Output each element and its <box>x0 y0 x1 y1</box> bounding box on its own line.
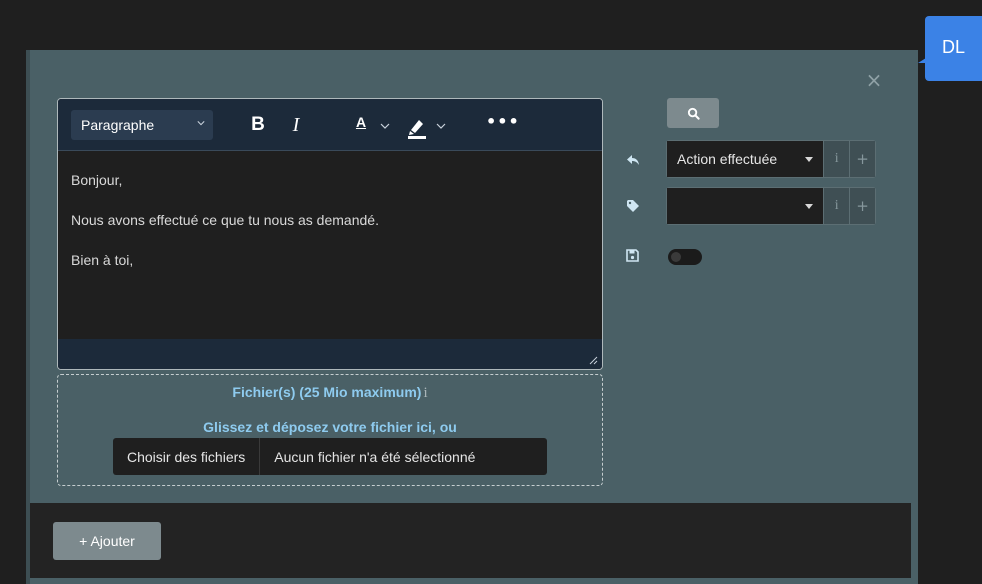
user-avatar[interactable]: DL <box>925 16 982 81</box>
caret-down-icon <box>805 157 814 162</box>
editor-paragraph: Nous avons effectué ce que tu nous as de… <box>71 212 379 228</box>
chevron-down-icon[interactable] <box>436 121 446 131</box>
highlighter-icon <box>408 120 426 139</box>
caret-down-icon <box>805 204 814 209</box>
rich-text-editor: Paragraphe B I A ••• Bonjour, Nous avons… <box>57 98 603 370</box>
search-button[interactable] <box>667 98 719 128</box>
dropzone-subtitle: Glissez et déposez votre fichier ici, ou <box>203 419 457 435</box>
dropzone-title-text: Fichier(s) (25 Mio maximum) <box>232 384 422 400</box>
editor-content[interactable]: Bonjour, Nous avons effectué ce que tu n… <box>58 151 602 339</box>
info-icon[interactable]: i <box>423 385 427 401</box>
italic-button[interactable]: I <box>286 114 306 136</box>
action-add-button[interactable]: + <box>849 141 875 177</box>
tag-add-button[interactable]: + <box>849 188 875 224</box>
block-format-select[interactable]: Paragraphe <box>71 110 213 140</box>
editor-paragraph: Bonjour, <box>71 172 123 188</box>
resize-handle-icon[interactable] <box>588 355 598 365</box>
file-status-text: Aucun fichier n'a été sélectionné <box>274 448 476 465</box>
file-input[interactable]: Choisir des fichiers Aucun fichier n'a é… <box>113 438 547 475</box>
save-toggle[interactable] <box>668 249 702 265</box>
toggle-knob <box>671 252 681 262</box>
choose-files-button[interactable]: Choisir des fichiers <box>113 438 261 475</box>
highlight-button[interactable] <box>406 115 428 139</box>
block-format-label: Paragraphe <box>81 117 155 133</box>
modal-footer <box>30 503 911 578</box>
more-options-button[interactable]: ••• <box>486 111 519 133</box>
editor-toolbar: Paragraphe B I A ••• <box>58 99 602 151</box>
action-select-group: Action effectuée i + <box>666 140 876 178</box>
dropzone-title: Fichier(s) (25 Mio maximum) i <box>58 384 602 402</box>
tag-info-button[interactable]: i <box>823 188 850 224</box>
reply-icon <box>627 155 639 165</box>
action-select[interactable]: Action effectuée <box>667 141 824 177</box>
save-icon <box>626 249 639 262</box>
text-color-icon: A <box>355 114 367 130</box>
editor-paragraph: Bien à toi, <box>71 252 134 268</box>
close-button[interactable]: × <box>864 70 884 90</box>
bold-button[interactable]: B <box>248 114 268 136</box>
chevron-down-icon <box>197 121 205 126</box>
add-button[interactable]: + Ajouter <box>53 522 161 560</box>
file-dropzone[interactable]: Fichier(s) (25 Mio maximum) i Glissez et … <box>57 374 603 486</box>
editor-statusbar <box>58 339 602 369</box>
search-icon <box>687 107 700 120</box>
action-info-button[interactable]: i <box>823 141 850 177</box>
tag-select-group: i + <box>666 187 876 225</box>
action-select-value: Action effectuée <box>677 151 778 167</box>
chevron-down-icon[interactable] <box>380 121 390 131</box>
tag-icon <box>627 200 639 212</box>
tag-select[interactable] <box>667 188 824 224</box>
text-color-button[interactable]: A <box>350 113 372 139</box>
